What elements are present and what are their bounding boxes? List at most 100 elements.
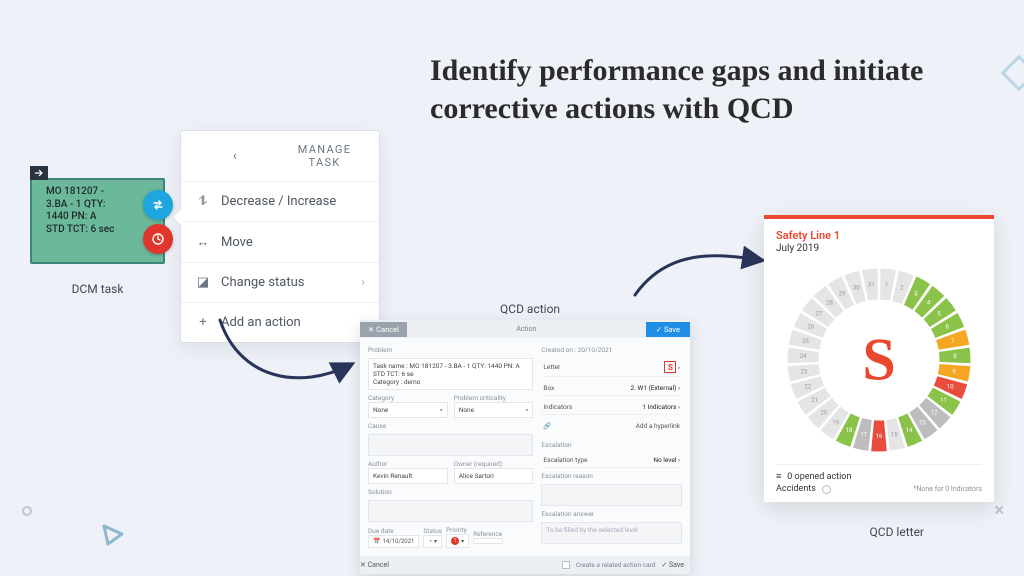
dcm-caption: DCM task	[30, 282, 165, 296]
decorative-triangle	[100, 522, 126, 548]
related-label: Create a related action card	[576, 561, 656, 569]
priority-field[interactable]: 1▾	[446, 534, 469, 548]
qcd-action-dialog: ✕ Cancel Action ✓ Save Problem Task name…	[360, 320, 690, 574]
flow-arrow-1	[210, 310, 360, 400]
cancel-button-bottom[interactable]: ✕ Cancel	[360, 561, 389, 569]
donut-day-label: 15	[891, 431, 898, 438]
donut-day-label: 17	[860, 431, 867, 438]
donut-day-label: 28	[826, 299, 833, 306]
donut-day-label: 11	[940, 397, 947, 404]
menu-item-label: Change status	[221, 275, 304, 290]
hamburger-icon[interactable]: ≡	[776, 471, 781, 482]
menu-item-label: Move	[221, 235, 253, 250]
donut-day-label: 30	[853, 284, 860, 291]
back-icon[interactable]: ‹	[195, 148, 276, 164]
page-headline: Identify performance gaps and initiate c…	[430, 52, 950, 127]
menu-item-move[interactable]: ↔ Move	[181, 222, 379, 263]
owner-label: Owner (required)	[454, 460, 534, 468]
calendar-icon: 📅	[373, 538, 380, 545]
due-date-field[interactable]: 📅14/10/2021	[368, 535, 419, 548]
category-select[interactable]: None	[368, 402, 448, 418]
donut-day-label: 10	[947, 383, 954, 390]
kv-letter[interactable]: LetterS ›	[541, 358, 682, 377]
problem-field[interactable]: Task name : MO 181207 - 3.BA - 1 QTY: 14…	[368, 358, 533, 390]
priority-label: Priority	[446, 526, 469, 534]
cause-label: Cause	[368, 422, 533, 430]
problem-label: Problem	[368, 346, 533, 354]
cancel-button[interactable]: ✕ Cancel	[360, 322, 407, 337]
donut-day-label: 14	[906, 427, 913, 434]
escalation-answer-label: Escalation answer	[541, 510, 682, 518]
menu-header: ‹ MANAGE TASK	[181, 131, 379, 182]
category-label: Category	[368, 394, 448, 402]
donut-day-label: 27	[816, 310, 823, 317]
opened-action-count: 0 opened action	[787, 472, 851, 482]
donut-day-label: 16	[876, 433, 883, 440]
link-icon: 🔗	[543, 422, 551, 430]
qcd-letter-caption: QCD letter	[870, 525, 924, 539]
save-button-bottom[interactable]: ✓ Save	[661, 561, 684, 569]
flow-arrow-2	[630, 245, 770, 305]
criticity-label: Problem criticality	[454, 394, 534, 402]
move-icon: ↔	[195, 234, 211, 250]
menu-item-decrease-increase[interactable]: ⥮ Decrease / Increase	[181, 182, 379, 222]
kv-indicators[interactable]: Indicators1 Indicators ›	[541, 400, 682, 415]
author-label: Author	[368, 460, 448, 468]
author-field[interactable]: Kevin Renault	[368, 468, 448, 484]
donut-day-label: 13	[919, 419, 926, 426]
dialog-title: Action	[407, 325, 646, 333]
chevron-right-icon: ›	[361, 275, 365, 290]
escalation-label: Escalation	[541, 441, 682, 449]
decorative-circle	[22, 506, 32, 516]
decorative-x: ×	[994, 500, 1004, 521]
donut-day-label: 25	[802, 338, 809, 345]
cause-field[interactable]	[368, 434, 533, 456]
escalation-reason-field[interactable]	[541, 484, 682, 506]
menu-title: MANAGE TASK	[284, 143, 365, 169]
status-icon: ◔	[428, 538, 432, 545]
kv-box[interactable]: Box2. W1 (External) ›	[541, 381, 682, 396]
donut-day-label: 26	[807, 324, 814, 331]
dcm-task-text: MO 181207 - 3.BA - 1 QTY: 1440 PN: A STD…	[46, 186, 157, 236]
clock-icon[interactable]	[143, 224, 173, 254]
letter-subtitle: July 2019	[776, 243, 982, 254]
donut-day-label: 18	[846, 427, 853, 434]
resize-icon: ⥮	[195, 194, 211, 209]
priority-dot: 1	[451, 537, 459, 545]
add-hyperlink[interactable]: 🔗 Add a hyperlink	[541, 419, 682, 433]
donut-day-label: 19	[832, 419, 839, 426]
owner-field[interactable]: Alice Sartori	[454, 468, 534, 484]
status-icon: ◪	[195, 275, 211, 290]
status-field[interactable]: ◔▾	[423, 535, 442, 548]
donut-day-label: 24	[800, 353, 807, 360]
donut-day-label: 20	[821, 409, 828, 416]
menu-item-label: Decrease / Increase	[221, 194, 336, 209]
donut-day-label: 9	[952, 369, 955, 376]
criticity-select[interactable]: None	[454, 402, 534, 418]
save-button[interactable]: ✓ Save	[646, 322, 690, 337]
status-label: Status	[423, 527, 442, 535]
decorative-diamond	[1001, 55, 1024, 92]
reference-label: Reference	[473, 530, 503, 538]
card-handle-icon[interactable]	[30, 166, 48, 180]
swap-icon[interactable]	[143, 190, 173, 220]
accidents-note: *None for 0 Indicators	[913, 485, 982, 493]
escalation-answer-field[interactable]: To be filled by the selected level	[541, 522, 682, 544]
donut-day-label: 3	[914, 291, 917, 298]
reference-field[interactable]	[473, 538, 503, 544]
related-checkbox[interactable]	[562, 561, 570, 569]
accidents-ring-icon	[822, 485, 831, 494]
due-date-label: Due date	[368, 527, 419, 535]
donut-day-label: 22	[804, 383, 811, 390]
solution-field[interactable]	[368, 500, 533, 522]
qcd-action-caption: QCD action	[500, 302, 560, 316]
plus-icon: +	[195, 315, 211, 330]
created-label: Created on : 20/10/2021	[541, 346, 682, 354]
accidents-label: Accidents	[776, 484, 816, 494]
letter-center: S	[862, 326, 895, 395]
donut-day-label: 29	[839, 291, 846, 298]
menu-item-change-status[interactable]: ◪ Change status ›	[181, 263, 379, 303]
donut-day-label: 21	[811, 397, 818, 404]
dcm-task-card[interactable]: MO 181207 - 3.BA - 1 QTY: 1440 PN: A STD…	[30, 178, 165, 264]
escalation-type[interactable]: Escalation typeNo level ›	[541, 453, 682, 468]
